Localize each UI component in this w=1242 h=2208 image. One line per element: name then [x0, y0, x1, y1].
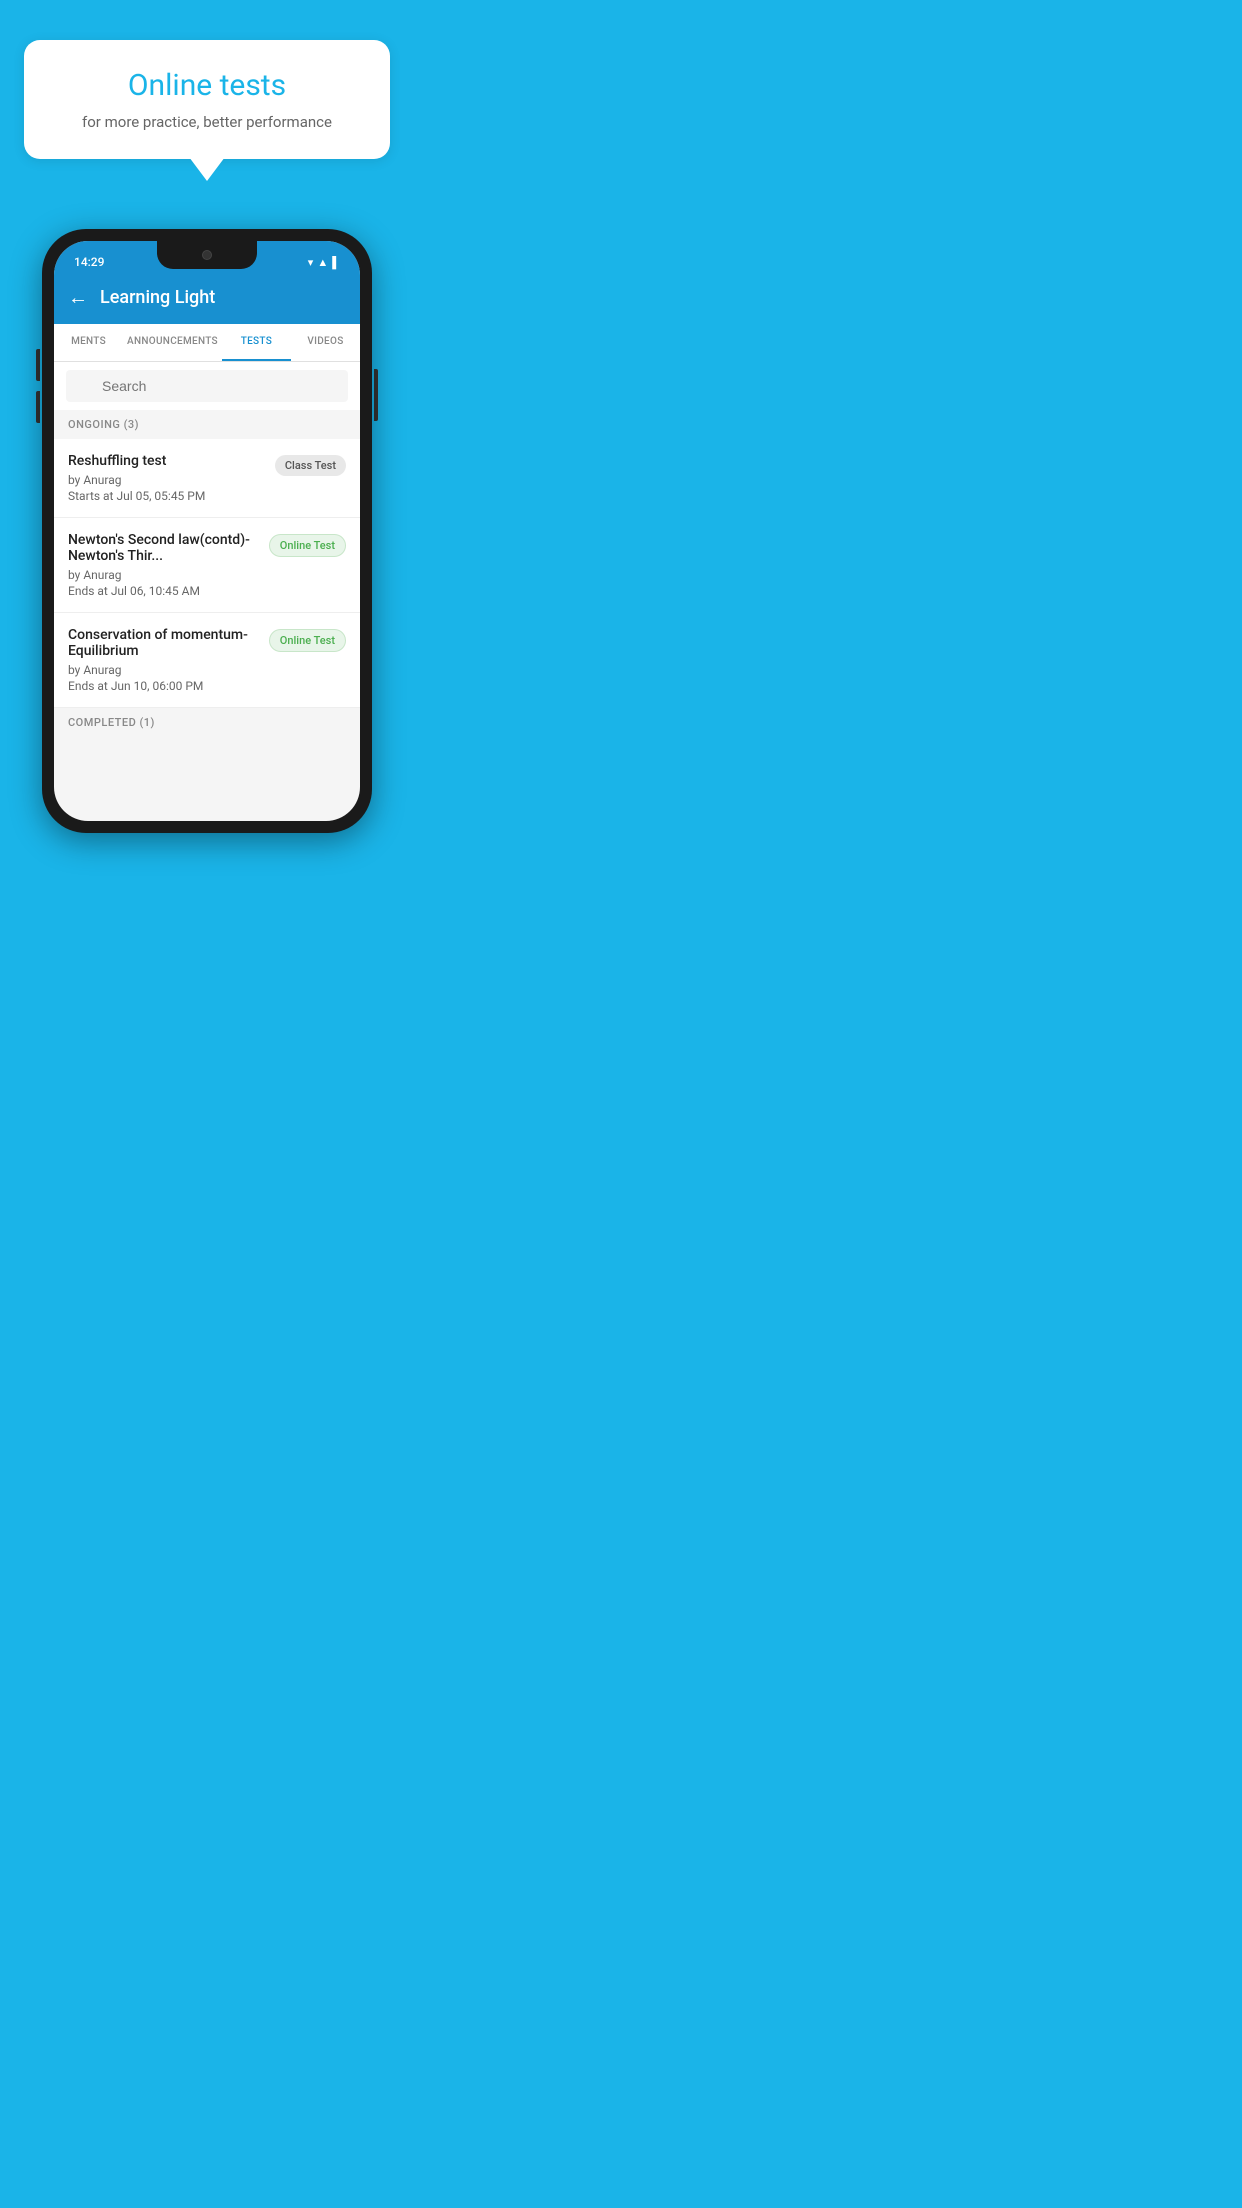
- tab-tests[interactable]: TESTS: [222, 324, 291, 361]
- test-by: by Anurag: [68, 663, 261, 677]
- tab-announcements[interactable]: ANNOUNCEMENTS: [123, 324, 222, 361]
- wifi-icon: ▾: [308, 256, 314, 269]
- power-button: [374, 369, 378, 421]
- test-info: Reshuffling test by Anurag Starts at Jul…: [68, 453, 267, 503]
- phone-frame: 14:29 ▾ ▲ ▌ ← Learning Light MENTS ANNOU…: [42, 229, 372, 833]
- online-test-badge: Online Test: [269, 629, 346, 652]
- class-test-badge: Class Test: [275, 455, 346, 476]
- phone-notch: [157, 241, 257, 269]
- search-container: 🔍: [54, 362, 360, 410]
- test-date: Ends at Jul 06, 10:45 AM: [68, 584, 261, 598]
- test-by: by Anurag: [68, 568, 261, 582]
- test-date: Ends at Jun 10, 06:00 PM: [68, 679, 261, 693]
- test-name: Conservation of momentum-Equilibrium: [68, 627, 261, 659]
- tab-assignments[interactable]: MENTS: [54, 324, 123, 361]
- volume-down-button: [36, 391, 40, 423]
- signal-icon: ▲: [317, 256, 328, 269]
- list-item[interactable]: Conservation of momentum-Equilibrium by …: [54, 613, 360, 708]
- test-by: by Anurag: [68, 473, 267, 487]
- hero-section: Online tests for more practice, better p…: [0, 0, 414, 179]
- status-time: 14:29: [74, 255, 104, 269]
- front-camera: [202, 250, 212, 260]
- speech-bubble: Online tests for more practice, better p…: [24, 40, 390, 159]
- ongoing-section-label: ONGOING (3): [54, 410, 360, 439]
- phone-mockup: 14:29 ▾ ▲ ▌ ← Learning Light MENTS ANNOU…: [42, 229, 372, 833]
- test-name: Newton's Second law(contd)-Newton's Thir…: [68, 532, 261, 564]
- online-test-badge: Online Test: [269, 534, 346, 557]
- tab-videos[interactable]: VIDEOS: [291, 324, 360, 361]
- list-item[interactable]: Reshuffling test by Anurag Starts at Jul…: [54, 439, 360, 518]
- list-item[interactable]: Newton's Second law(contd)-Newton's Thir…: [54, 518, 360, 613]
- app-title: Learning Light: [100, 287, 215, 308]
- test-name: Reshuffling test: [68, 453, 267, 469]
- search-wrapper: 🔍: [66, 370, 348, 402]
- test-info: Conservation of momentum-Equilibrium by …: [68, 627, 261, 693]
- test-info: Newton's Second law(contd)-Newton's Thir…: [68, 532, 261, 598]
- completed-section-label: COMPLETED (1): [54, 708, 360, 737]
- back-button[interactable]: ←: [68, 285, 88, 310]
- volume-up-button: [36, 349, 40, 381]
- tabs-container: MENTS ANNOUNCEMENTS TESTS VIDEOS: [54, 324, 360, 362]
- test-date: Starts at Jul 05, 05:45 PM: [68, 489, 267, 503]
- search-input[interactable]: [66, 370, 348, 402]
- status-icons: ▾ ▲ ▌: [308, 256, 340, 269]
- hero-title: Online tests: [56, 68, 358, 103]
- hero-subtitle: for more practice, better performance: [56, 113, 358, 131]
- app-header: ← Learning Light: [54, 275, 360, 324]
- battery-icon: ▌: [332, 256, 340, 269]
- phone-screen: 14:29 ▾ ▲ ▌ ← Learning Light MENTS ANNOU…: [54, 241, 360, 821]
